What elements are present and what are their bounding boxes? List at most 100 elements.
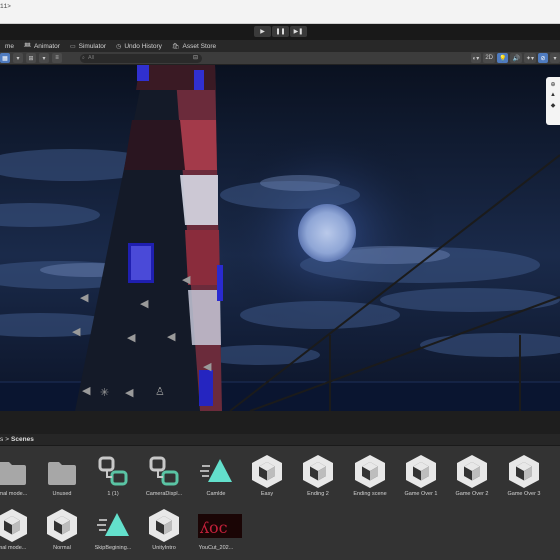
svg-text:◀: ◀ [72, 325, 81, 338]
gizmo-cone-icon: ▲ [550, 92, 556, 98]
audio-icon[interactable]: 🔊 [510, 53, 522, 63]
asset-scene[interactable]: Ending 2 [294, 450, 342, 504]
asset-folder[interactable]: Unused [38, 450, 86, 504]
search-placeholder: All [88, 55, 95, 61]
asset-label: SkipBegining... [94, 545, 132, 551]
asset-label: CameraDispl... [145, 491, 183, 497]
svg-text:◀: ◀ [167, 330, 176, 343]
svg-text:◀: ◀ [82, 384, 91, 397]
snap-icon[interactable]: ⊞ [26, 53, 36, 63]
scene-icon [44, 506, 80, 544]
anim-icon [198, 452, 234, 490]
asset-scene[interactable]: Game Over 3 [500, 450, 548, 504]
search-icon: ⌕ [82, 55, 85, 61]
tab-undo-history[interactable]: ◷ Undo History [111, 40, 167, 52]
visibility-icon[interactable]: ⊘ [538, 53, 548, 63]
tab-animator[interactable]: ᚙ Animator [19, 40, 65, 52]
asset-label: Ending 2 [307, 491, 329, 497]
animator-icon: ᚙ [24, 43, 31, 50]
asset-label: Ending scene [353, 491, 387, 497]
scene-icon [300, 452, 336, 490]
store-icon: 🛍 [171, 43, 180, 50]
effects-icon[interactable]: ✦▾ [523, 53, 536, 63]
svg-text:◀: ◀ [140, 297, 149, 310]
simulator-icon: ▭ [69, 43, 76, 50]
asset-label: UnityIntro [152, 545, 176, 551]
scene-viewport[interactable]: ◀ ◀ ◀ ◀ ◀ ◀ ◀ ◀ ◀ ✳ ♙ ⊕ ▲ ◆ [0, 65, 560, 411]
scene-icon [146, 506, 182, 544]
asset-anim-clip[interactable]: SkipBegining... [89, 504, 137, 558]
asset-anim-clip[interactable]: Camlde [192, 450, 240, 504]
pause-button[interactable]: ❚❚ [272, 26, 289, 37]
mode-2d-button[interactable]: 2D [483, 53, 495, 63]
asset-scene[interactable]: Normal [38, 504, 86, 558]
asset-label: Game Over 1 [404, 491, 438, 497]
asset-folder[interactable]: rmal mode... [0, 450, 36, 504]
scene-search-input[interactable]: ⌕ All ⊟ [80, 54, 202, 63]
window-titlebar: 11> [0, 0, 560, 24]
asset-label: Unused [52, 491, 72, 497]
scene-icon [403, 452, 439, 490]
scene-toolbar-right: ◐▾ 2D 💡 🔊 ✦▾ ⊘ ▾ [470, 53, 560, 63]
tab-simulator-label: Simulator [78, 42, 107, 50]
animator-icon [146, 452, 182, 490]
scene-toolbar-left: ▦ ▾ ⊞ ▾ ≡ [0, 53, 62, 63]
scene-icon [352, 452, 388, 490]
animator-icon [95, 452, 131, 490]
anim-icon [95, 506, 131, 544]
breadcrumb-current[interactable]: Scenes [11, 436, 34, 443]
breadcrumb-separator: > [5, 436, 10, 443]
asset-label: Game Over 2 [455, 491, 489, 497]
asset-scene[interactable]: Game Over 2 [448, 450, 496, 504]
lighting-icon[interactable]: 💡 [496, 53, 509, 63]
breadcrumb-parent[interactable]: s [0, 436, 3, 443]
pane-divider[interactable] [0, 411, 560, 434]
orientation-gizmo[interactable]: ⊕ ▲ ◆ [546, 77, 560, 125]
svg-text:◀: ◀ [203, 360, 212, 373]
project-header: s > Scenes [0, 434, 560, 446]
folder-icon [44, 452, 80, 490]
tab-undo-history-label: Undo History [124, 42, 162, 50]
asset-grid: rmal mode... Unused 1 (1) CameraDispl... Cam… [0, 446, 560, 560]
moon [298, 204, 356, 262]
svg-text:◀: ◀ [127, 331, 136, 344]
tab-game[interactable]: me [0, 40, 19, 52]
window-tabs: me ᚙ Animator ▭ Simulator ◷ Undo History… [0, 40, 560, 52]
scene-icon [506, 452, 542, 490]
asset-animator[interactable]: CameraDispl... [140, 450, 188, 504]
scene-icon [454, 452, 490, 490]
asset-scene[interactable]: Ending scene [346, 450, 394, 504]
asset-label: Camlde [206, 491, 226, 497]
tab-animator-label: Animator [33, 42, 60, 50]
svg-text:ʎoc: ʎoc [199, 518, 228, 537]
tab-asset-store-label: Asset Store [182, 42, 217, 50]
folder-icon [0, 452, 30, 490]
draw-mode-icon[interactable]: ◐▾ [470, 53, 482, 63]
grid-tool-icon[interactable]: ▦ [0, 53, 10, 63]
step-button[interactable]: ▶❚ [290, 26, 307, 37]
gizmos-icon[interactable]: ▾ [550, 53, 560, 63]
svg-text:✳: ✳ [100, 386, 109, 399]
svg-text:◀: ◀ [80, 291, 89, 304]
tool-dropdown-icon[interactable]: ▾ [13, 53, 23, 63]
asset-video[interactable]: ʎoc YouCut_202... [192, 504, 242, 558]
scene-icon [249, 452, 285, 490]
svg-text:♙: ♙ [155, 385, 165, 398]
asset-scene[interactable]: Easy [243, 450, 291, 504]
asset-scene[interactable]: mal mode... [0, 504, 36, 558]
asset-scene[interactable]: Game Over 1 [397, 450, 445, 504]
asset-label: YouCut_202... [198, 545, 234, 551]
filter-icon[interactable]: ⊟ [193, 54, 198, 63]
breadcrumb: s > Scenes [0, 436, 34, 443]
asset-scene[interactable]: UnityIntro [140, 504, 188, 558]
tab-simulator[interactable]: ▭ Simulator [65, 40, 111, 52]
asset-animator[interactable]: 1 (1) [89, 450, 137, 504]
tab-game-label: me [5, 42, 15, 50]
play-button[interactable]: ▶ [254, 26, 271, 37]
tab-asset-store[interactable]: 🛍 Asset Store [167, 40, 221, 52]
svg-text:◀: ◀ [125, 386, 134, 399]
snap-dropdown-icon[interactable]: ▾ [39, 53, 49, 63]
increment-icon[interactable]: ≡ [52, 53, 62, 63]
window-title: 11> [0, 3, 11, 10]
gizmo-persp-icon: ◆ [550, 103, 556, 109]
